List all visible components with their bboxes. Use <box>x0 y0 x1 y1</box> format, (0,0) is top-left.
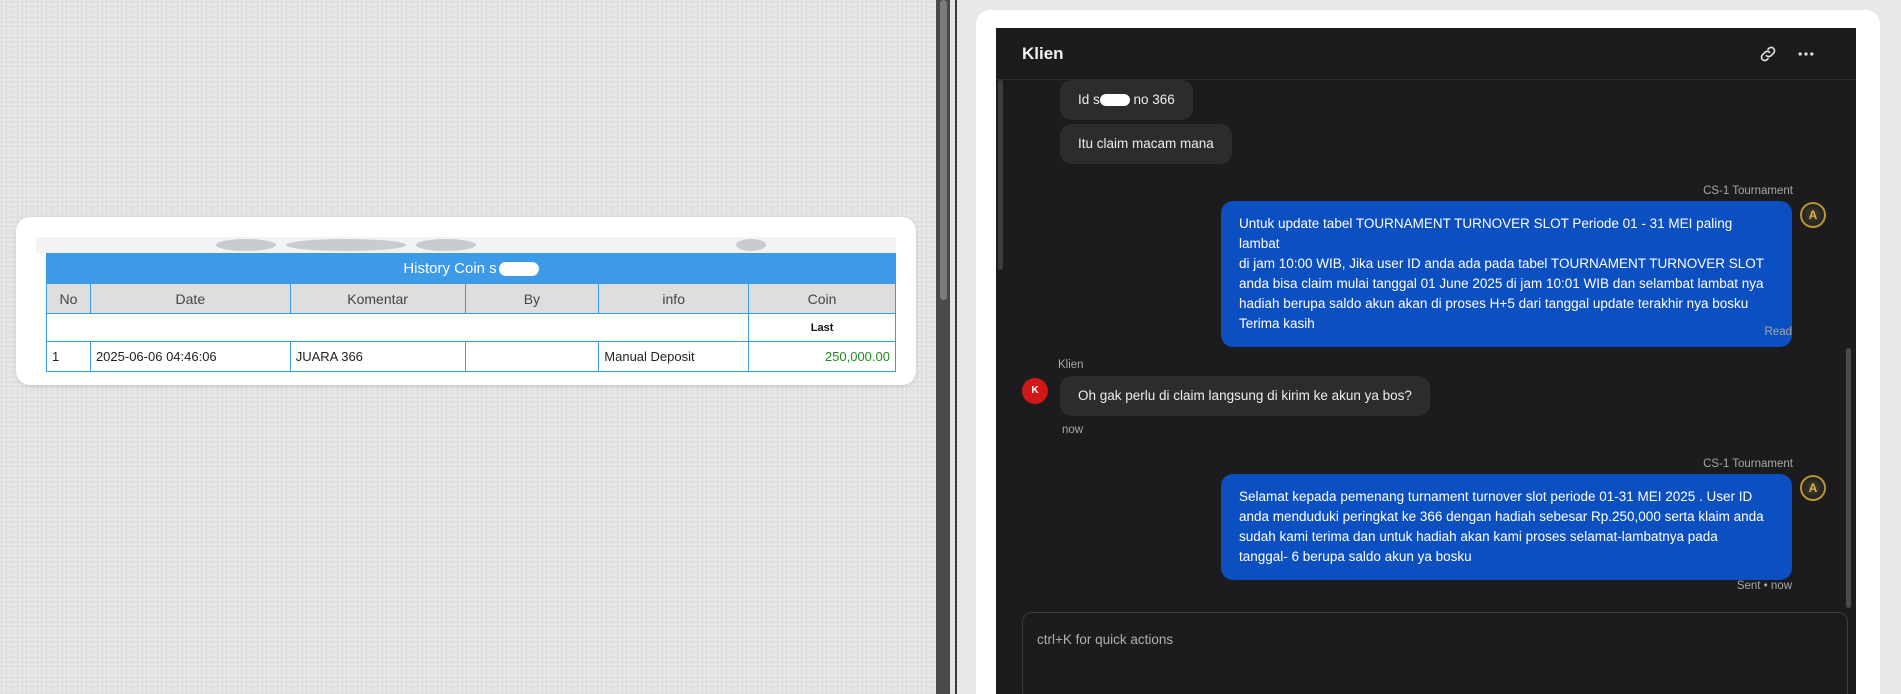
history-coin-card: History Coin s No Date Komentar By info … <box>16 217 916 385</box>
message-input[interactable] <box>1037 627 1827 651</box>
agent-avatar: A <box>1800 475 1826 501</box>
col-info: info <box>598 283 750 314</box>
message-line: anda bisa claim mulai tanggal 01 June 20… <box>1239 276 1764 291</box>
message-text: Id s <box>1078 92 1100 107</box>
incoming-message: Id s no 366 <box>1060 80 1193 120</box>
message-line: sudah kami terima dan untuk hadiah akan … <box>1239 529 1718 544</box>
outgoing-message: Selamat kepada pemenang turnament turnov… <box>1221 474 1792 580</box>
cell-info: Manual Deposit <box>598 341 750 372</box>
col-komentar: Komentar <box>289 283 466 314</box>
history-coin-frame: History Coin s No Date Komentar By info … <box>36 237 896 385</box>
message-text: Itu claim macam mana <box>1078 136 1214 151</box>
incoming-message: Oh gak perlu di claim langsung di kirim … <box>1060 376 1430 416</box>
history-coin-title: History Coin s <box>46 253 896 284</box>
more-icon[interactable] <box>1796 44 1816 64</box>
klien-avatar: K <box>1022 378 1048 404</box>
message-text: Oh gak perlu di claim langsung di kirim … <box>1078 388 1412 403</box>
redaction <box>498 262 539 277</box>
read-status: Read <box>1764 326 1793 338</box>
chat-scrollbar-left[interactable] <box>998 80 1003 270</box>
table-row: 1 2025-06-06 04:46:06 JUARA 366 Manual D… <box>46 341 896 372</box>
agent-avatar: A <box>1800 202 1826 228</box>
outgoing-message: Untuk update tabel TOURNAMENT TURNOVER S… <box>1221 201 1792 347</box>
sender-label: CS-1 Tournament <box>1703 458 1793 470</box>
message-line: hadiah berupa saldo akun akan di proses … <box>1239 296 1749 311</box>
message-line: Selamat kepada pemenang turnament turnov… <box>1239 489 1753 504</box>
message-text: no 366 <box>1129 92 1175 107</box>
sent-status: Sent • now <box>1736 580 1792 592</box>
sender-label: Klien <box>1058 359 1084 371</box>
cell-by <box>464 341 600 372</box>
sub-header-last: Last <box>748 313 896 342</box>
chat-title: Klien <box>1022 44 1064 63</box>
message-line: tanggal- 6 berupa saldo akun ya bosku <box>1239 549 1472 564</box>
chat-scrollbar-thumb[interactable] <box>1846 348 1851 608</box>
history-coin-table: History Coin s No Date Komentar By info … <box>45 253 896 372</box>
chat-window: Klien Id s no 366 Itu claim macam mana C… <box>996 28 1856 694</box>
sub-header-empty <box>45 313 750 342</box>
cell-komentar: JUARA 366 <box>289 341 466 372</box>
redaction <box>1099 94 1130 107</box>
chat-header: Klien <box>996 28 1856 80</box>
message-line: anda menduduki peringkat ke 366 dengan h… <box>1239 509 1764 524</box>
cell-date: 2025-06-06 04:46:06 <box>89 341 291 372</box>
message-time: now <box>1062 424 1084 436</box>
link-icon[interactable] <box>1758 44 1778 64</box>
col-date: Date <box>89 283 291 314</box>
cell-coin: 250,000.00 <box>748 341 896 372</box>
col-coin: Coin <box>748 283 896 314</box>
cell-no: 1 <box>46 341 91 372</box>
col-no: No <box>46 283 91 314</box>
message-line: di jam 10:00 WIB, Jika user ID anda ada … <box>1239 256 1764 271</box>
sender-label: CS-1 Tournament <box>1703 185 1793 197</box>
divider-scrollbar-thumb[interactable] <box>940 0 947 300</box>
col-by: By <box>464 283 600 314</box>
world-map-banner <box>36 237 896 253</box>
message-line: Terima kasih <box>1239 316 1315 331</box>
message-composer[interactable] <box>1022 612 1848 694</box>
incoming-message: Itu claim macam mana <box>1060 124 1232 164</box>
message-line: Untuk update tabel TOURNAMENT TURNOVER S… <box>1239 216 1733 251</box>
